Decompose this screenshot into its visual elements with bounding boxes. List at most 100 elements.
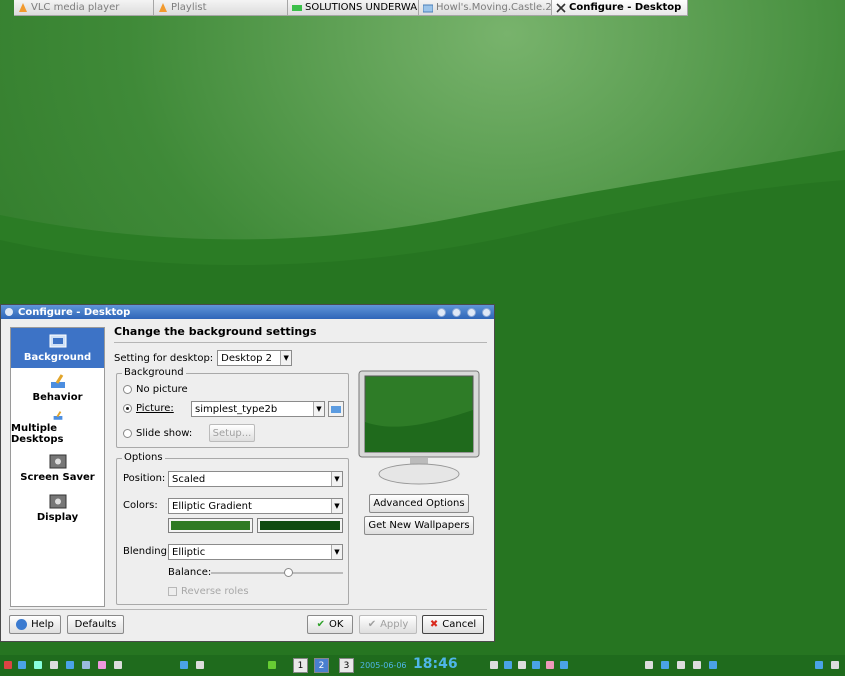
tray-icon[interactable] bbox=[645, 661, 653, 669]
launcher-icon[interactable] bbox=[18, 661, 26, 669]
maximize-button[interactable] bbox=[467, 307, 476, 317]
tray-icon[interactable] bbox=[532, 661, 540, 669]
tray-icon[interactable] bbox=[677, 661, 685, 669]
tray-icon[interactable] bbox=[504, 661, 512, 669]
chevron-down-icon: ▼ bbox=[331, 499, 342, 513]
top-taskbar: VLC media player Playlist SOLUTIONS UNDE… bbox=[0, 0, 845, 16]
chevron-down-icon: ▼ bbox=[313, 402, 324, 416]
tray-icon[interactable] bbox=[661, 661, 669, 669]
monitor-icon bbox=[49, 334, 66, 347]
configure-desktop-dialog: Configure - Desktop Background Behavior … bbox=[0, 304, 495, 642]
color1-swatch bbox=[171, 521, 250, 530]
tray-icon[interactable] bbox=[560, 661, 568, 669]
checkmark-icon: ✔ bbox=[367, 619, 377, 630]
position-label: Position: bbox=[123, 473, 166, 484]
background-group-title: Background bbox=[122, 367, 186, 378]
screen-icon bbox=[49, 454, 66, 468]
apply-button[interactable]: ✔ Apply bbox=[359, 615, 417, 634]
slide-show-radio[interactable] bbox=[123, 429, 132, 438]
date-label: 2005-06-06 bbox=[360, 661, 407, 670]
advanced-options-button[interactable]: Advanced Options bbox=[369, 494, 469, 513]
chevron-down-icon: ▼ bbox=[331, 472, 342, 486]
launcher-icon[interactable] bbox=[180, 661, 188, 669]
tray-icon[interactable] bbox=[518, 661, 526, 669]
colors-select[interactable]: Elliptic Gradient ▼ bbox=[168, 498, 343, 514]
blending-select[interactable]: Elliptic ▼ bbox=[168, 544, 343, 560]
sidebar-item-background[interactable]: Background bbox=[11, 328, 104, 368]
wallpaper-preview bbox=[358, 370, 480, 485]
ok-button[interactable]: ✔ OK bbox=[307, 615, 353, 634]
vlc-cone-icon bbox=[18, 2, 28, 13]
dialog-buttons: Help Defaults ✔ OK ✔ Apply ✖ Cancel bbox=[9, 615, 487, 635]
sidebar-item-multiple-desktops[interactable]: Multiple Desktops bbox=[11, 408, 104, 448]
bottom-divider bbox=[9, 609, 487, 610]
color1-button[interactable] bbox=[168, 518, 253, 533]
help-title-button[interactable] bbox=[437, 307, 446, 317]
sidebar-item-screen-saver[interactable]: Screen Saver bbox=[11, 448, 104, 488]
pager-desktop-3[interactable]: 3 bbox=[339, 658, 354, 673]
get-new-wallpapers-button[interactable]: Get New Wallpapers bbox=[364, 516, 474, 535]
folder-icon bbox=[422, 3, 434, 13]
no-picture-option[interactable]: No picture bbox=[123, 384, 188, 395]
minimize-button[interactable] bbox=[452, 307, 461, 317]
slide-show-option[interactable]: Slide show: bbox=[123, 428, 192, 439]
picture-select[interactable]: simplest_type2b ▼ bbox=[191, 401, 325, 417]
close-button[interactable] bbox=[482, 307, 491, 317]
task-playlist[interactable]: Playlist bbox=[154, 0, 288, 16]
launcher-icon[interactable] bbox=[98, 661, 106, 669]
launcher-icon[interactable] bbox=[66, 661, 74, 669]
tray-icon[interactable] bbox=[693, 661, 701, 669]
desktop-selector-row: Setting for desktop: Desktop 2 ▼ bbox=[114, 349, 487, 367]
x-icon bbox=[556, 2, 566, 13]
desktop-select[interactable]: Desktop 2 ▼ bbox=[217, 350, 293, 366]
launcher-icon[interactable] bbox=[34, 661, 42, 669]
show-desktop-icon[interactable] bbox=[831, 661, 839, 669]
dialog-title: Configure - Desktop bbox=[18, 306, 131, 318]
main-panel: Change the background settings Setting f… bbox=[114, 325, 487, 367]
help-button[interactable]: Help bbox=[9, 615, 61, 634]
kde-menu-icon[interactable] bbox=[4, 661, 12, 669]
blending-label: Blending: bbox=[123, 546, 171, 557]
browse-picture-button[interactable] bbox=[328, 401, 344, 417]
balance-slider[interactable] bbox=[211, 568, 343, 577]
tray-icon[interactable] bbox=[268, 661, 276, 669]
no-picture-radio[interactable] bbox=[123, 385, 132, 394]
sidebar-item-behavior[interactable]: Behavior bbox=[11, 368, 104, 408]
bottom-panel: 1 2 3 2005-06-06 18:46 bbox=[0, 655, 845, 676]
tray-icon[interactable] bbox=[709, 661, 717, 669]
defaults-button[interactable]: Defaults bbox=[67, 615, 124, 634]
picture-radio[interactable] bbox=[123, 404, 132, 413]
task-configure-desktop[interactable]: Configure - Desktop bbox=[552, 0, 688, 16]
task-solutions[interactable]: SOLUTIONS UNDERWA bbox=[288, 0, 419, 16]
launcher-icon[interactable] bbox=[196, 661, 204, 669]
setup-button[interactable]: Setup... bbox=[209, 424, 255, 442]
task-howls[interactable]: Howl's.Moving.Castle.200 bbox=[419, 0, 552, 16]
tray-icon[interactable] bbox=[815, 661, 823, 669]
launcher-icon[interactable] bbox=[82, 661, 90, 669]
clock[interactable]: 18:46 bbox=[413, 656, 458, 672]
reverse-roles-option[interactable]: Reverse roles bbox=[168, 586, 249, 597]
sidebar-item-display[interactable]: Display bbox=[11, 488, 104, 528]
cancel-button[interactable]: ✖ Cancel bbox=[422, 615, 484, 634]
tray-icon[interactable] bbox=[546, 661, 554, 669]
launcher-icon[interactable] bbox=[114, 661, 122, 669]
picture-option[interactable]: Picture: bbox=[123, 403, 174, 414]
balance-slider-handle[interactable] bbox=[284, 568, 293, 577]
background-group: Background No picture Picture: simplest_… bbox=[116, 367, 349, 448]
color2-button[interactable] bbox=[257, 518, 343, 533]
pager-desktop-2[interactable]: 2 bbox=[314, 658, 329, 673]
task-vlc[interactable]: VLC media player bbox=[14, 0, 154, 16]
taskbar-spacer bbox=[0, 0, 14, 16]
dialog-titlebar[interactable]: Configure - Desktop bbox=[1, 305, 494, 319]
help-icon bbox=[16, 619, 28, 630]
launcher-icon[interactable] bbox=[50, 661, 58, 669]
cancel-x-icon: ✖ bbox=[429, 619, 439, 630]
window-menu-icon[interactable] bbox=[4, 307, 14, 317]
reverse-roles-checkbox[interactable] bbox=[168, 587, 177, 596]
balance-label: Balance: bbox=[168, 567, 212, 578]
pager-desktop-1[interactable]: 1 bbox=[293, 658, 308, 673]
chevron-down-icon: ▼ bbox=[280, 351, 292, 365]
tray-icon[interactable] bbox=[490, 661, 498, 669]
divider bbox=[114, 342, 487, 343]
position-select[interactable]: Scaled ▼ bbox=[168, 471, 343, 487]
